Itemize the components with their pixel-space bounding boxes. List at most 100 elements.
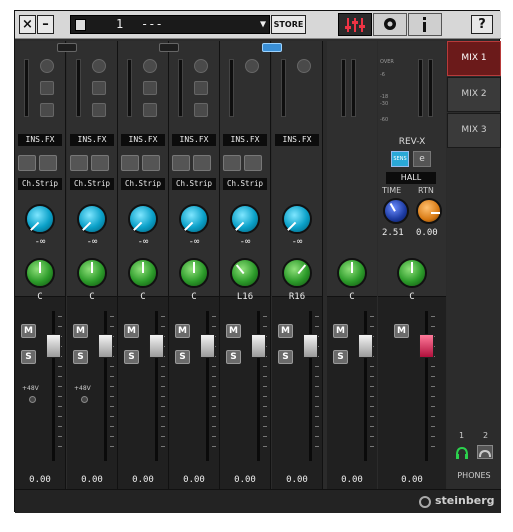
solo-button[interactable]: S <box>226 350 241 364</box>
solo-button[interactable]: S <box>21 350 36 364</box>
mixer-view-button[interactable] <box>338 13 372 36</box>
ins-fx-label[interactable]: INS.FX <box>70 134 114 146</box>
hi-z-icon[interactable] <box>194 81 208 95</box>
solo-button[interactable]: S <box>175 350 190 364</box>
power-icon[interactable] <box>70 155 88 171</box>
ch-strip-label[interactable]: Ch.Strip <box>121 178 165 190</box>
mute-button[interactable]: M <box>73 324 88 338</box>
edit-icon[interactable]: e <box>413 151 431 167</box>
fader-handle[interactable] <box>149 334 164 358</box>
phase-icon[interactable] <box>40 103 54 117</box>
ch-strip-label[interactable]: Ch.Strip <box>172 178 216 190</box>
fader-handle[interactable] <box>358 334 373 358</box>
send-knob[interactable] <box>25 204 55 234</box>
fader-handle[interactable] <box>303 334 318 358</box>
mute-button[interactable]: M <box>278 324 293 338</box>
mute-button[interactable]: M <box>333 324 348 338</box>
pan-knob[interactable] <box>128 258 158 288</box>
mute-button[interactable]: M <box>226 324 241 338</box>
ch-strip-label[interactable]: Ch.Strip <box>18 178 62 190</box>
pan-knob[interactable] <box>282 258 312 288</box>
pan-knob[interactable] <box>397 258 427 288</box>
link-button[interactable] <box>57 43 77 52</box>
edit-icon[interactable] <box>91 155 109 171</box>
mute-button[interactable]: M <box>394 324 409 338</box>
send-knob[interactable] <box>128 204 158 234</box>
mute-button[interactable]: M <box>21 324 36 338</box>
input-select-icon[interactable] <box>143 59 157 73</box>
fader-handle[interactable] <box>46 334 61 358</box>
tab-mix-1[interactable]: MIX 1 <box>447 41 501 76</box>
edit-icon[interactable] <box>193 155 211 171</box>
input-select-icon[interactable] <box>40 59 54 73</box>
rtn-knob[interactable] <box>416 198 442 224</box>
fader-handle[interactable] <box>200 334 215 358</box>
sens-button[interactable]: SENS <box>391 151 409 167</box>
send-knob[interactable] <box>282 204 312 234</box>
input-select-icon[interactable] <box>92 59 106 73</box>
power-icon[interactable] <box>223 155 241 171</box>
mute-button[interactable]: M <box>175 324 190 338</box>
input-select-icon[interactable] <box>297 59 311 73</box>
pan-value: C <box>37 292 43 302</box>
phase-icon[interactable] <box>92 103 106 117</box>
power-icon[interactable] <box>121 155 139 171</box>
send-knob[interactable] <box>230 204 260 234</box>
rtn-value: 0.00 <box>416 228 438 238</box>
tab-mix-2[interactable]: MIX 2 <box>447 77 501 112</box>
tab-mix-3[interactable]: MIX 3 <box>447 113 501 148</box>
phase-icon[interactable] <box>194 103 208 117</box>
gain-value: 0.00 <box>29 475 51 485</box>
fader-handle[interactable] <box>419 334 434 358</box>
ins-fx-label[interactable]: INS.FX <box>18 134 62 146</box>
pan-knob[interactable] <box>179 258 209 288</box>
help-button[interactable]: ? <box>471 15 493 34</box>
solo-button[interactable]: S <box>124 350 139 364</box>
phantom-power-button[interactable] <box>81 396 88 403</box>
link-button[interactable] <box>159 43 179 52</box>
pan-knob[interactable] <box>77 258 107 288</box>
headphones-icon[interactable] <box>477 445 493 459</box>
settings-button[interactable] <box>373 13 407 36</box>
ins-fx-label[interactable]: INS.FX <box>275 134 319 146</box>
scene-selector[interactable]: 1 --- ▼ <box>70 15 270 34</box>
input-select-icon[interactable] <box>194 59 208 73</box>
ins-fx-label[interactable]: INS.FX <box>121 134 165 146</box>
send-knob[interactable] <box>77 204 107 234</box>
store-button[interactable]: STORE <box>271 15 306 34</box>
time-knob[interactable] <box>383 198 409 224</box>
reverb-preset-label[interactable]: HALL <box>386 172 436 184</box>
solo-button[interactable]: S <box>73 350 88 364</box>
ins-fx-label[interactable]: INS.FX <box>223 134 267 146</box>
headphones-icon[interactable] <box>455 445 469 459</box>
chevron-down-icon[interactable]: ▼ <box>260 16 266 33</box>
ch-strip-label[interactable]: Ch.Strip <box>70 178 114 190</box>
edit-icon[interactable] <box>244 155 262 171</box>
solo-button[interactable]: S <box>278 350 293 364</box>
phantom-power-button[interactable] <box>29 396 36 403</box>
input-select-icon[interactable] <box>245 59 259 73</box>
ins-fx-label[interactable]: INS.FX <box>172 134 216 146</box>
send-knob[interactable] <box>179 204 209 234</box>
info-button[interactable] <box>408 13 442 36</box>
power-icon[interactable] <box>18 155 36 171</box>
edit-icon[interactable] <box>142 155 160 171</box>
pan-knob[interactable] <box>230 258 260 288</box>
mute-button[interactable]: M <box>124 324 139 338</box>
hi-z-icon[interactable] <box>143 81 157 95</box>
link-button[interactable] <box>262 43 282 52</box>
solo-button[interactable]: S <box>333 350 348 364</box>
fader-handle[interactable] <box>98 334 113 358</box>
hi-z-icon[interactable] <box>40 81 54 95</box>
ch-strip-label[interactable]: Ch.Strip <box>223 178 267 190</box>
close-button[interactable]: × <box>19 15 36 34</box>
phase-icon[interactable] <box>143 103 157 117</box>
power-icon[interactable] <box>172 155 190 171</box>
minimize-button[interactable]: – <box>37 15 54 34</box>
hi-z-icon[interactable] <box>92 81 106 95</box>
mix-panel: MIX 1 MIX 2 MIX 3 1 2 PHONES <box>447 41 501 489</box>
pan-knob[interactable] <box>25 258 55 288</box>
fader-handle[interactable] <box>251 334 266 358</box>
edit-icon[interactable] <box>39 155 57 171</box>
pan-knob[interactable] <box>337 258 367 288</box>
